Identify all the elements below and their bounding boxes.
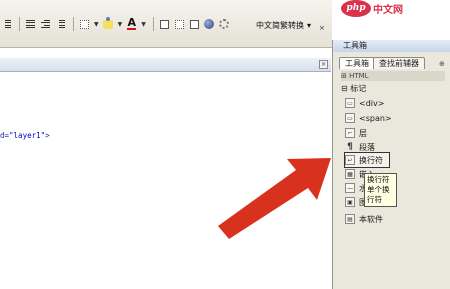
tool-item-label: <div>	[359, 98, 385, 108]
tool-item-paragraph[interactable]: ¶ 段落	[345, 140, 375, 154]
highlight-icon	[103, 16, 114, 29]
toolbar-separator	[73, 17, 74, 31]
layer-icon	[189, 19, 199, 29]
tool-item-label: 本软件	[359, 214, 383, 224]
document-close-button[interactable]: ×	[319, 60, 328, 69]
span-icon: ▭	[345, 113, 355, 123]
panel-tabs: 工具箱 查找前辅器	[333, 57, 450, 69]
component-icon: ▤	[345, 214, 355, 224]
toolbar-separator	[19, 17, 20, 31]
outdent-button[interactable]	[39, 18, 52, 31]
borders-button[interactable]	[78, 18, 91, 31]
font-color-button[interactable]: A	[125, 16, 138, 31]
font-color-icon: A	[127, 16, 136, 30]
table-icon	[159, 19, 169, 29]
annotation-arrow-shape	[218, 158, 331, 239]
chevron-down-icon: ▾	[307, 21, 312, 30]
document-tab-strip: ×	[0, 58, 331, 72]
indent-icon	[56, 19, 65, 29]
web-button[interactable]	[203, 18, 216, 31]
indent-button[interactable]	[54, 18, 67, 31]
gear-icon	[219, 19, 230, 29]
code-string: "layer1"	[9, 131, 46, 140]
panel-title: 工具箱	[333, 40, 450, 52]
line-break-icon: ↵	[345, 155, 355, 165]
tool-item-label: 段落	[359, 142, 375, 152]
bullet-list-icon	[26, 19, 35, 29]
toolbar-close-icon[interactable]: ×	[319, 24, 325, 32]
tool-item-label: 换行符	[359, 155, 383, 165]
image-icon: ▣	[345, 197, 355, 207]
layer-button[interactable]	[188, 18, 201, 31]
tool-item-label: 层	[359, 128, 367, 138]
tab-toolbox[interactable]: 工具箱	[339, 57, 375, 69]
highlight-button[interactable]	[102, 16, 115, 31]
globe-icon	[204, 19, 215, 29]
category-html[interactable]: ⊞ HTML	[341, 71, 445, 81]
paragraph-icon: ¶	[347, 142, 353, 152]
tool-item-div[interactable]: ▭ <div>	[345, 96, 384, 110]
tooltip-title: 换行符	[367, 175, 390, 184]
numbered-list-button[interactable]	[0, 18, 13, 31]
tooltip-text: 行符	[367, 195, 382, 204]
table-button[interactable]	[158, 18, 171, 31]
code-attribute: d=	[0, 131, 10, 140]
tooltip: 换行符 单个换 行符	[364, 173, 397, 207]
borders-dropdown-arrow[interactable]: ▼	[94, 21, 99, 28]
tool-item-line-break[interactable]: ↵ 换行符	[344, 152, 390, 168]
toolbar-group-left: ▼ ▼ A ▼	[0, 16, 233, 31]
tool-item-span[interactable]: ▭ <span>	[345, 111, 392, 125]
pin-icon[interactable]: ⊕	[439, 60, 445, 68]
grid-button[interactable]	[173, 18, 186, 31]
tab-find-helper[interactable]: 查找前辅器	[373, 57, 425, 69]
outdent-icon	[41, 19, 50, 29]
code-tag-close: >	[45, 131, 50, 140]
tool-item-component[interactable]: ▤ 本软件	[345, 212, 383, 226]
tool-item-label: <span>	[359, 113, 392, 123]
grid-icon	[174, 19, 184, 29]
bullet-list-button[interactable]	[24, 18, 37, 31]
font-color-dropdown-arrow[interactable]: ▼	[141, 21, 146, 28]
tooltip-text: 单个换	[367, 185, 390, 194]
chinese-conversion-label: 中文简繁转换	[256, 21, 304, 30]
tool-item-layer[interactable]: ⌐ 层	[345, 126, 367, 140]
settings-button[interactable]	[218, 18, 231, 31]
toolbar-separator	[152, 17, 154, 31]
numbered-list-icon	[2, 19, 11, 29]
chinese-conversion-dropdown[interactable]: 中文简繁转换 ▾	[252, 19, 315, 32]
category-markup[interactable]: ⊟ 标记	[341, 83, 366, 94]
borders-icon	[80, 19, 89, 29]
horizontal-rule-icon: —	[345, 183, 355, 193]
layer-icon: ⌐	[345, 128, 355, 138]
div-icon: ▭	[345, 98, 355, 108]
watermark-text: 中文网	[373, 5, 403, 16]
watermark: php 中文网	[341, 0, 403, 17]
code-line: d="layer1">	[0, 131, 50, 140]
highlight-dropdown-arrow[interactable]: ▼	[118, 21, 123, 28]
php-logo-icon: php	[341, 0, 371, 17]
embed-icon: ▦	[345, 169, 355, 179]
formatting-toolbar: ▼ ▼ A ▼ 中文简繁转换 ▾ ×	[0, 0, 332, 48]
toolbox-panel: 工具箱 工具箱 查找前辅器 ⊕ ⊞ HTML ⊟ 标记 ▭ <div> ▭ <s…	[332, 40, 450, 289]
